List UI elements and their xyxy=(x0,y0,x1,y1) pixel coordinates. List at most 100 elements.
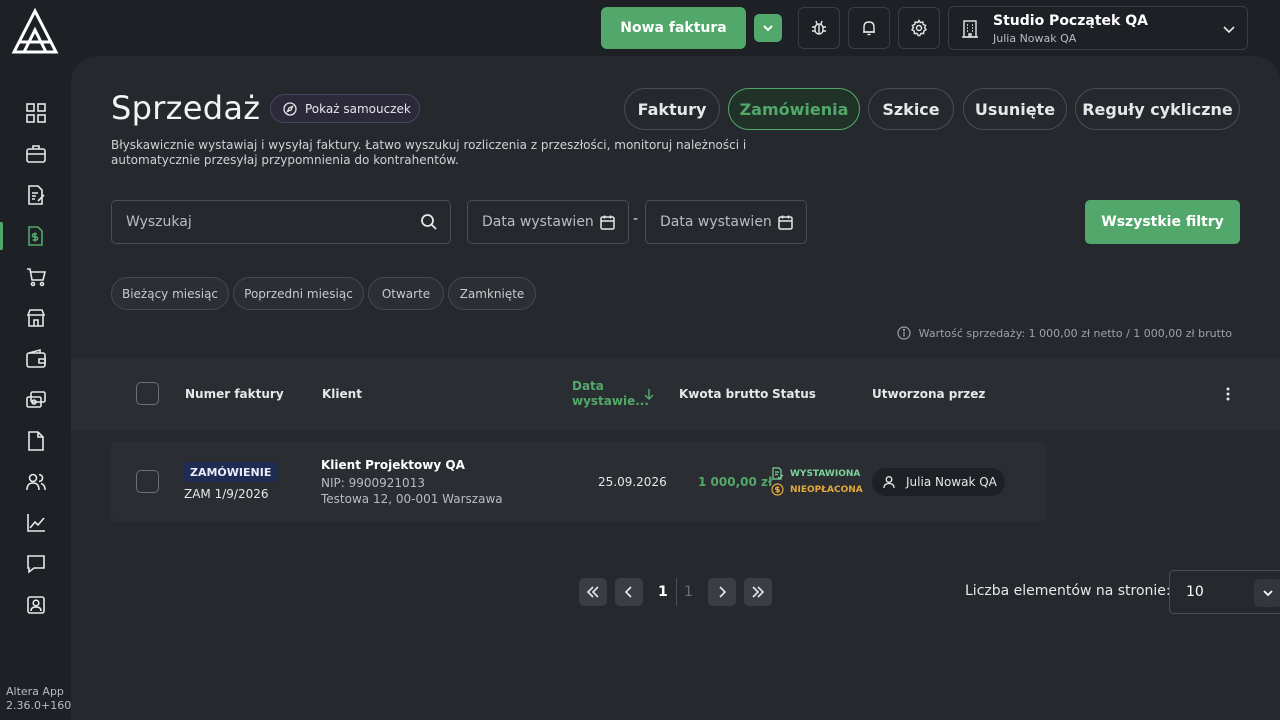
notifications-button[interactable] xyxy=(848,7,890,49)
show-tutorial-button[interactable]: Pokaż samouczek xyxy=(270,94,420,123)
page-title: Sprzedaż xyxy=(111,89,261,127)
next-page-button[interactable] xyxy=(708,578,736,606)
chevrons-right-icon xyxy=(752,586,765,598)
all-filters-button[interactable]: Wszystkie filtry xyxy=(1085,200,1240,244)
document-check-icon xyxy=(772,467,784,480)
company-user: Julia Nowak QA xyxy=(993,32,1077,45)
issue-date: 25.09.2026 xyxy=(598,475,667,489)
wallet-icon[interactable] xyxy=(0,341,71,377)
table-row[interactable]: ZAMÓWIENIE ZAM 1/9/2026 Klient Projektow… xyxy=(111,442,1046,522)
client-name: Klient Projektowy QA xyxy=(321,458,465,472)
company-name: Studio Początek QA xyxy=(993,13,1148,29)
invoice-number: ZAM 1/9/2026 xyxy=(184,487,269,501)
app-version-number: 2.36.0+1602 xyxy=(6,699,79,712)
app-version: Altera App 2.36.0+1602 xyxy=(6,685,78,713)
chevron-down-icon xyxy=(763,25,773,32)
chip-previous-month[interactable]: Poprzedni miesiąc xyxy=(233,277,364,310)
items-per-page-dropdown[interactable] xyxy=(1254,579,1280,607)
gross-amount: 1 000,00 zł xyxy=(698,475,773,489)
more-options-icon[interactable] xyxy=(1220,386,1236,402)
client-nip: NIP: 9900921013 xyxy=(321,476,425,490)
chip-current-month[interactable]: Bieżący miesiąc xyxy=(111,277,229,310)
sidebar: Altera App 2.36.0+1602 xyxy=(0,0,78,720)
tab-usuniete[interactable]: Usunięte xyxy=(963,88,1067,130)
date-from-input[interactable]: Data wystawienia xyxy=(467,200,629,244)
header-date[interactable]: Data wystawie... xyxy=(572,379,649,409)
chevron-left-icon xyxy=(624,586,632,598)
bug-icon xyxy=(812,20,826,35)
status-unpaid: NIEOPŁACONA xyxy=(771,483,863,496)
tab-reguly-cykliczne[interactable]: Reguły cykliczne xyxy=(1075,88,1240,130)
client-address: Testowa 12, 00-001 Warszawa xyxy=(321,492,503,506)
bug-report-button[interactable] xyxy=(798,7,840,49)
chat-icon[interactable] xyxy=(0,546,71,582)
file-icon[interactable] xyxy=(0,423,71,459)
bell-icon xyxy=(863,21,875,36)
chip-closed[interactable]: Zamknięte xyxy=(448,277,536,310)
search-input[interactable]: Wyszukaj xyxy=(111,200,451,244)
settings-button[interactable] xyxy=(898,7,940,49)
status-issued-label: WYSTAWIONA xyxy=(790,468,861,479)
app-logo[interactable] xyxy=(11,8,59,54)
store-icon[interactable] xyxy=(0,300,71,336)
date-to-input[interactable]: Data wystawienia xyxy=(645,200,807,244)
last-page-button[interactable] xyxy=(744,578,772,606)
creator-chip: Julia Nowak QA xyxy=(872,468,1005,496)
sales-summary-text: Wartość sprzedaży: 1 000,00 zł netto / 1… xyxy=(918,326,1232,340)
tab-faktury[interactable]: Faktury xyxy=(624,88,720,130)
select-all-checkbox[interactable] xyxy=(136,382,159,405)
table-header: Numer faktury Klient Data wystawie... Kw… xyxy=(71,358,1280,430)
payments-icon[interactable] xyxy=(0,382,71,418)
header-created-by[interactable]: Utworzona przez xyxy=(872,387,985,401)
current-page: 1 xyxy=(658,584,668,600)
chevron-down-icon xyxy=(1263,590,1273,597)
coin-icon xyxy=(771,483,784,496)
tab-zamowienia[interactable]: Zamówienia xyxy=(728,88,860,130)
row-checkbox[interactable] xyxy=(136,470,159,493)
company-switcher[interactable]: Studio Początek QA Julia Nowak QA xyxy=(948,6,1248,50)
briefcase-icon[interactable] xyxy=(0,136,71,172)
header-client[interactable]: Klient xyxy=(322,387,362,401)
sales-summary: Wartość sprzedaży: 1 000,00 zł netto / 1… xyxy=(897,326,1232,340)
date-from-placeholder: Data wystawienia xyxy=(482,214,594,230)
show-tutorial-label: Pokaż samouczek xyxy=(305,101,411,116)
header-date-line1: Data xyxy=(572,379,604,393)
info-icon xyxy=(897,326,911,340)
page-description: Błyskawicznie wystawiaj i wysyłaj faktur… xyxy=(111,138,747,167)
prev-page-button[interactable] xyxy=(615,578,643,606)
new-invoice-button[interactable]: Nowa faktura xyxy=(601,7,746,49)
contacts-icon[interactable] xyxy=(0,464,71,500)
total-pages[interactable]: 1 xyxy=(684,584,693,600)
date-range-separator: - xyxy=(633,211,639,227)
sales-invoice-icon[interactable] xyxy=(0,218,71,254)
header-amount[interactable]: Kwota brutto xyxy=(679,387,768,401)
items-per-page-select[interactable]: 10 xyxy=(1169,570,1280,614)
tab-szkice[interactable]: Szkice xyxy=(868,88,954,130)
gear-icon xyxy=(910,19,928,37)
cart-icon[interactable] xyxy=(0,259,71,295)
sort-arrow-down-icon[interactable] xyxy=(642,387,656,401)
header-status[interactable]: Status xyxy=(772,387,816,401)
status-issued: WYSTAWIONA xyxy=(771,467,860,480)
items-per-page-label: Liczba elementów na stronie: xyxy=(965,583,1171,599)
first-page-button[interactable] xyxy=(579,578,607,606)
chevrons-left-icon xyxy=(586,586,599,598)
dashboard-icon[interactable] xyxy=(0,95,71,131)
app-version-name: Altera App xyxy=(6,685,64,698)
calendar-icon xyxy=(600,215,615,230)
header-number[interactable]: Numer faktury xyxy=(185,387,284,401)
account-icon[interactable] xyxy=(0,587,71,623)
chip-open[interactable]: Otwarte xyxy=(368,277,444,310)
document-edit-icon[interactable] xyxy=(0,177,71,213)
creator-name: Julia Nowak QA xyxy=(906,475,997,489)
calendar-icon xyxy=(778,215,793,230)
items-per-page-value: 10 xyxy=(1186,584,1204,600)
chart-icon[interactable] xyxy=(0,505,71,541)
new-invoice-dropdown-button[interactable] xyxy=(754,14,782,42)
document-type-badge: ZAMÓWIENIE xyxy=(184,462,278,482)
search-placeholder: Wyszukaj xyxy=(126,214,192,230)
main-panel: Sprzedaż Pokaż samouczek Błyskawicznie w… xyxy=(71,56,1280,720)
status-unpaid-label: NIEOPŁACONA xyxy=(790,484,863,495)
chevron-right-icon xyxy=(719,586,727,598)
date-to-placeholder: Data wystawienia xyxy=(660,214,772,230)
